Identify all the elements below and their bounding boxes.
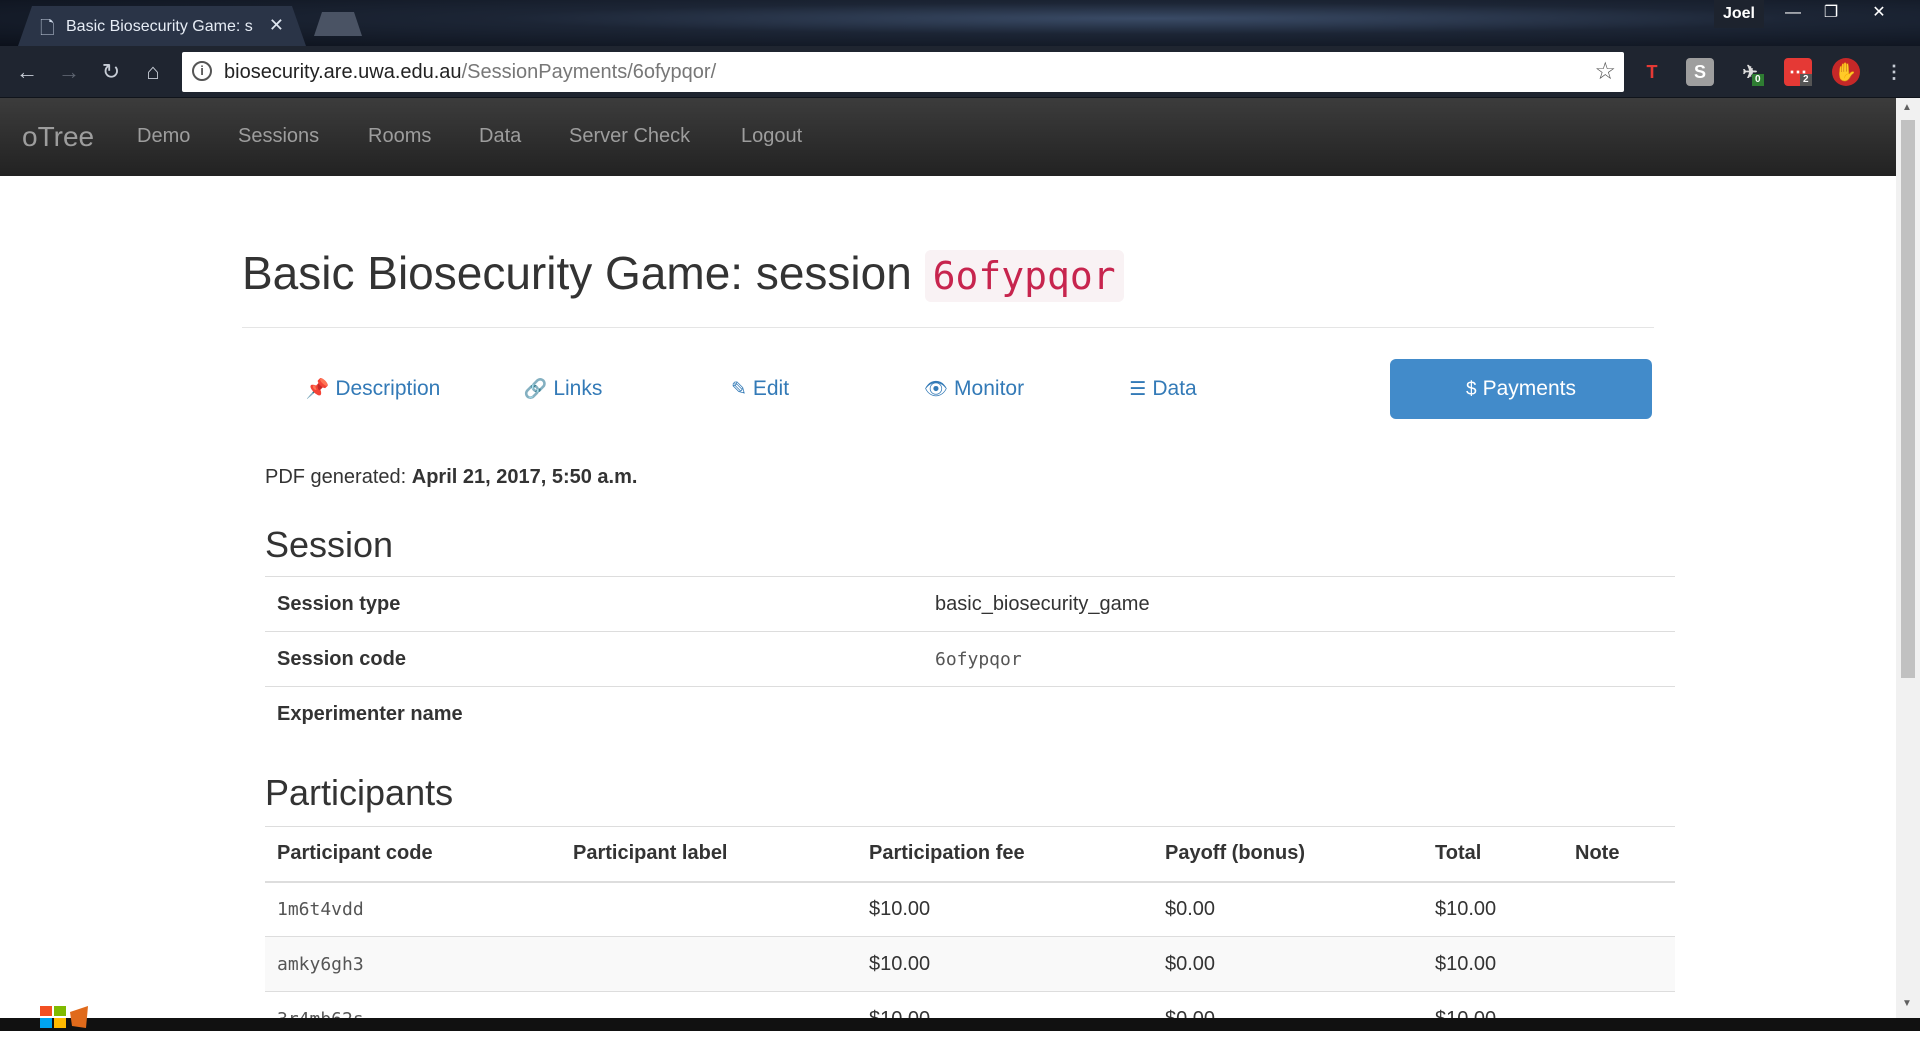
info-icon[interactable]: i xyxy=(192,61,212,81)
participant-label xyxy=(561,936,857,992)
start-logo-icon[interactable] xyxy=(36,1002,92,1031)
participation-fee: $10.00 xyxy=(857,936,1153,992)
extension-badge: 2 xyxy=(1800,74,1812,86)
eye-icon: 👁 xyxy=(923,379,949,400)
page-scrollbar[interactable]: ▲ ▼ xyxy=(1896,98,1920,1022)
nav-data[interactable]: Data xyxy=(479,125,521,148)
row-value: 6ofypqor xyxy=(923,631,1675,687)
minimize-icon[interactable]: — xyxy=(1774,0,1812,28)
chrome-menu-icon[interactable]: ⋮ xyxy=(1880,58,1908,86)
row-value: basic_biosecurity_game xyxy=(923,576,1675,632)
extension-s-icon[interactable]: S xyxy=(1686,58,1714,86)
session-heading: Session xyxy=(265,524,394,565)
participants-heading: Participants xyxy=(265,772,454,813)
scroll-down-icon[interactable]: ▼ xyxy=(1902,998,1912,1009)
tab-close-icon[interactable]: ✕ xyxy=(269,15,284,36)
table-row: 1m6t4vdd $10.00 $0.00 $10.00 xyxy=(265,881,1675,937)
browser-titlebar: 🗋 Basic Biosecurity Game: s ✕ Joel — ❐ ✕ xyxy=(0,0,1920,46)
column-header: Note xyxy=(1563,826,1675,883)
extension-t-icon[interactable]: T xyxy=(1638,58,1666,86)
table-row: Session code 6ofypqor xyxy=(265,631,1675,687)
payoff: $0.00 xyxy=(1153,936,1423,992)
total: $10.00 xyxy=(1423,936,1563,992)
new-tab-button[interactable] xyxy=(314,12,362,36)
extension-ublock-icon[interactable]: ✋ xyxy=(1832,58,1860,86)
pdf-generated: PDF generated: April 21, 2017, 5:50 a.m. xyxy=(265,466,638,488)
participant-code: amky6gh3 xyxy=(265,936,561,992)
browser-toolbar: ← → ↻ ⌂ i biosecurity.are.uwa.edu.au/Ses… xyxy=(0,46,1920,98)
session-code-badge: 6ofypqor xyxy=(924,250,1124,302)
nav-server-check[interactable]: Server Check xyxy=(569,125,690,148)
extension-bird-icon[interactable]: ✈ 0 xyxy=(1736,58,1764,86)
page-favicon-icon: 🗋 xyxy=(40,18,55,38)
participation-fee: $10.00 xyxy=(857,881,1153,937)
nav-rooms[interactable]: Rooms xyxy=(368,125,431,148)
pushpin-icon: 📌 xyxy=(305,379,330,400)
session-tabs: 📌 Description 🔗 Links ✎ Edit 👁 Monitor ☰ Data… xyxy=(242,359,1654,419)
home-icon[interactable]: ⌂ xyxy=(138,58,168,88)
table-row: Session type basic_biosecurity_game xyxy=(265,576,1675,632)
column-header: Payoff (bonus) xyxy=(1153,826,1423,883)
page-title: Basic Biosecurity Game: session 6ofypqor xyxy=(242,246,1124,302)
close-window-icon[interactable]: ✕ xyxy=(1860,0,1898,28)
column-header: Participant code xyxy=(265,826,561,883)
tab-data[interactable]: ☰ Data xyxy=(1032,359,1294,419)
extension-dots-icon[interactable]: ⋯ 2 xyxy=(1784,58,1812,86)
column-header: Participation fee xyxy=(857,826,1153,883)
address-bar[interactable]: i biosecurity.are.uwa.edu.au/SessionPaym… xyxy=(182,52,1624,92)
session-table: Session type basic_biosecurity_game Sess… xyxy=(265,576,1675,742)
os-taskbar xyxy=(0,1018,1920,1031)
participant-code: 1m6t4vdd xyxy=(265,881,561,937)
list-icon: ☰ xyxy=(1129,379,1147,400)
nav-logout[interactable]: Logout xyxy=(741,125,802,148)
column-header: Participant label xyxy=(561,826,857,883)
total: $10.00 xyxy=(1423,881,1563,937)
row-value xyxy=(923,686,1675,742)
row-label: Session type xyxy=(265,576,923,632)
table-row: amky6gh3 $10.00 $0.00 $10.00 xyxy=(265,936,1675,992)
tab-title: Basic Biosecurity Game: s xyxy=(66,18,253,35)
reload-icon[interactable]: ↻ xyxy=(96,58,126,88)
pencil-icon: ✎ xyxy=(730,379,747,400)
nav-demo[interactable]: Demo xyxy=(137,125,190,148)
pdf-generated-date: April 21, 2017, 5:50 a.m. xyxy=(411,466,638,488)
column-header: Total xyxy=(1423,826,1563,883)
scroll-up-icon[interactable]: ▲ xyxy=(1902,102,1912,113)
participants-table: Participant code Participant label Parti… xyxy=(265,826,1675,1047)
payoff: $0.00 xyxy=(1153,881,1423,937)
brand-logo[interactable]: oTree xyxy=(22,121,94,153)
dollar-icon: $ xyxy=(1466,379,1477,400)
forward-icon[interactable]: → xyxy=(54,58,84,88)
tab-payments[interactable]: $ Payments xyxy=(1390,359,1652,419)
note xyxy=(1563,881,1675,937)
divider xyxy=(242,327,1654,328)
row-label: Session code xyxy=(265,631,923,687)
row-label: Experimenter name xyxy=(265,686,923,742)
table-row: Experimenter name xyxy=(265,686,1675,742)
participant-label xyxy=(561,881,857,937)
note xyxy=(1563,936,1675,992)
back-icon[interactable]: ← xyxy=(12,58,42,88)
profile-name[interactable]: Joel xyxy=(1714,0,1764,28)
star-icon[interactable]: ☆ xyxy=(1594,57,1616,86)
extension-badge: 0 xyxy=(1752,74,1764,86)
nav-sessions[interactable]: Sessions xyxy=(238,125,319,148)
scrollbar-thumb[interactable] xyxy=(1901,120,1915,678)
restore-icon[interactable]: ❐ xyxy=(1812,0,1850,28)
table-header-row: Participant code Participant label Parti… xyxy=(265,826,1675,883)
browser-tab[interactable]: 🗋 Basic Biosecurity Game: s ✕ xyxy=(18,6,306,46)
link-icon: 🔗 xyxy=(523,379,548,400)
url-text[interactable]: biosecurity.are.uwa.edu.au/SessionPaymen… xyxy=(224,61,716,84)
otree-navbar: oTree Demo Sessions Rooms Data Server Ch… xyxy=(0,98,1896,176)
